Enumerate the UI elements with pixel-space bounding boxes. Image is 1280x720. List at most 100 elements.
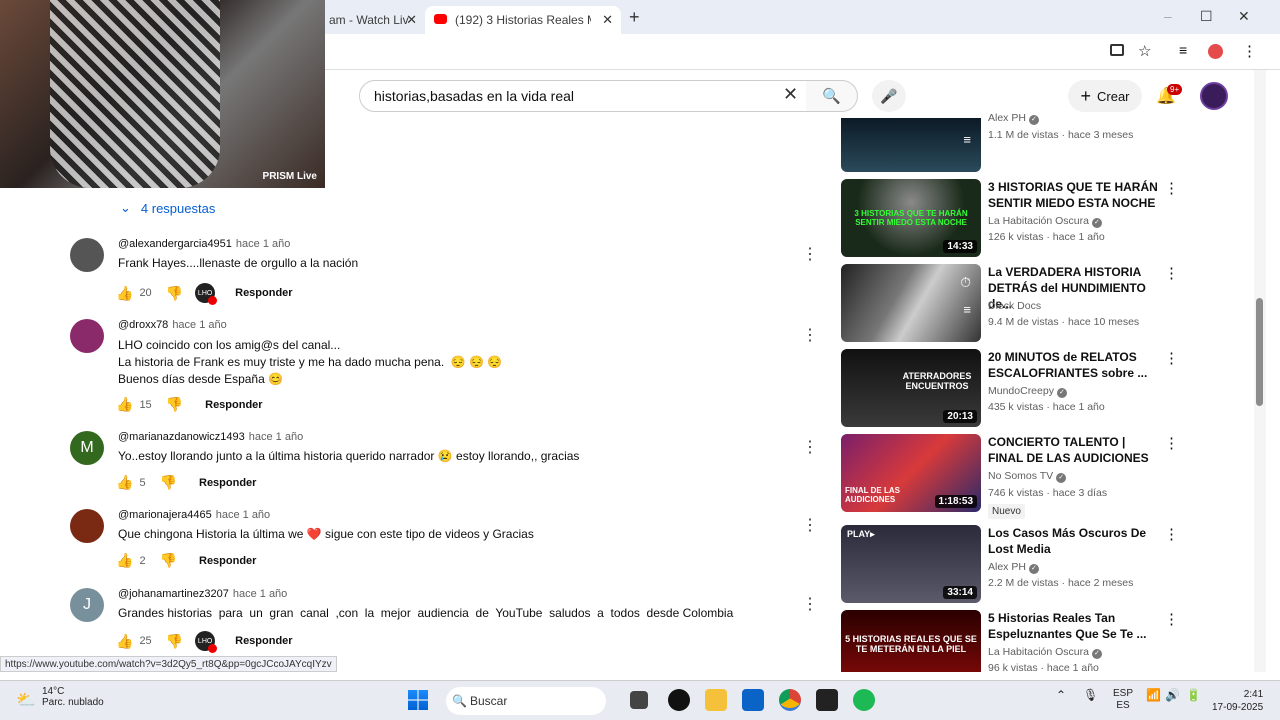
dislike-icon[interactable]: 👎 [166,285,183,302]
video-thumbnail[interactable]: PLAY▸ 33:14 [841,525,981,603]
like-icon[interactable]: 👍 [116,633,133,650]
browser-menu-icon[interactable]: ⋮ [1242,42,1257,60]
queue-icon[interactable]: ≡ [963,132,971,147]
mic-tray-icon[interactable]: 🎙 [1083,688,1098,702]
replies-toggle[interactable]: ⌄ 4 respuestas [120,200,215,216]
extension-icon[interactable] [1208,44,1223,59]
comment-menu-icon[interactable]: ⋮ [802,594,818,614]
video-menu-icon[interactable]: ⋮ [1164,349,1179,367]
reply-button[interactable]: Responder [199,555,256,567]
search-input[interactable]: historias,basadas en la vida real [359,80,815,112]
reply-button[interactable]: Responder [199,477,256,489]
comment-handle[interactable]: @alexandergarcia4951 [118,238,232,250]
like-icon[interactable]: 👍 [116,285,133,302]
clear-search-icon[interactable]: ✕ [783,84,798,105]
video-thumbnail[interactable]: ≡ [841,118,981,172]
reply-button[interactable]: Responder [235,635,292,647]
comment-handle[interactable]: @johanamartinez3207 [118,588,229,600]
close-tab-icon[interactable]: ✕ [406,12,417,28]
close-tab-icon[interactable]: ✕ [602,12,613,28]
volume-icon[interactable]: 🔊 [1165,688,1180,702]
comment-menu-icon[interactable]: ⋮ [802,325,818,345]
file-explorer-icon[interactable] [705,689,727,711]
tab-watch-live[interactable]: am - Watch Liv ✕ [325,6,425,34]
comment-avatar[interactable]: J [70,588,104,622]
comment-time[interactable]: hace 1 año [233,588,287,600]
comment-avatar[interactable] [70,319,104,353]
create-button[interactable]: + Crear [1068,80,1142,112]
video-title[interactable]: 20 MINUTOS de RELATOS ESCALOFRIANTES sob… [988,349,1160,381]
video-menu-icon[interactable]: ⋮ [1164,179,1179,197]
comment-handle[interactable]: @droxx78 [118,319,168,331]
dislike-icon[interactable]: 👎 [160,552,177,569]
prism-live-icon[interactable] [816,689,838,711]
scrollbar-thumb[interactable] [1256,298,1263,406]
taskbar-search[interactable]: 🔍 Buscar [446,687,606,715]
close-window-button[interactable]: ✕ [1238,8,1250,25]
tray-chevron-icon[interactable]: ⌃ [1056,688,1066,702]
recommended-video[interactable]: PLAY▸ 33:14 Los Casos Más Oscuros De Los… [840,525,1190,605]
video-thumbnail[interactable]: ATERRADORES ENCUENTROS 20:13 [841,349,981,427]
bookmark-star-icon[interactable]: ☆ [1138,42,1151,60]
comment-avatar[interactable]: M [70,431,104,465]
reply-button[interactable]: Responder [235,287,292,299]
search-button[interactable]: 🔍 [806,80,858,112]
video-title[interactable]: 5 Historias Reales Tan Espeluznantes Que… [988,610,1160,642]
dislike-icon[interactable]: 👎 [166,633,183,650]
account-avatar[interactable] [1200,82,1228,110]
comment-time[interactable]: hace 1 año [236,238,290,250]
comment-handle[interactable]: @marionajera4465 [118,509,212,521]
recommended-video[interactable]: ATERRADORES ENCUENTROS 20:13 20 MINUTOS … [840,349,1190,429]
video-thumbnail[interactable]: 3 HISTORIAS QUE TE HARÁN SENTIR MIEDO ES… [841,179,981,257]
comment-avatar[interactable] [70,238,104,272]
spotify-icon[interactable] [853,689,875,711]
recommended-video[interactable]: 3 HISTORIAS QUE TE HARÁN SENTIR MIEDO ES… [840,179,1190,259]
chrome-icon[interactable] [779,689,801,711]
task-view-icon[interactable] [630,691,648,709]
like-icon[interactable]: 👍 [116,552,133,569]
outlook-icon[interactable] [742,689,764,711]
comment-handle[interactable]: @marianazdanowicz1493 [118,431,245,443]
video-title[interactable]: 3 HISTORIAS QUE TE HARÁN SENTIR MIEDO ES… [988,179,1160,211]
clock-icon[interactable]: ⏱ [960,274,971,291]
media-queue-icon[interactable]: ≡ [1179,42,1187,58]
comment-time[interactable]: hace 1 año [249,431,303,443]
comment-time[interactable]: hace 1 año [172,319,226,331]
dislike-icon[interactable]: 👎 [160,474,177,491]
dislike-icon[interactable]: 👎 [166,396,183,413]
comment-time[interactable]: hace 1 año [216,509,270,521]
clock[interactable]: 2:41 17-09-2025 [1212,688,1263,714]
like-icon[interactable]: 👍 [116,474,133,491]
weather-widget[interactable]: 14°C Parc. nublado [42,686,104,708]
comment-menu-icon[interactable]: ⋮ [802,437,818,457]
reply-button[interactable]: Responder [205,399,262,411]
comment-menu-icon[interactable]: ⋮ [802,515,818,535]
tiktok-icon[interactable] [668,689,690,711]
recommended-video[interactable]: FINAL DE LAS AUDICIONES 1:18:53 CONCIERT… [840,434,1190,519]
video-menu-icon[interactable]: ⋮ [1164,610,1179,628]
comment-avatar[interactable] [70,509,104,543]
voice-search-button[interactable]: 🎤 [872,80,906,112]
weather-icon[interactable]: ⛅ [16,690,36,710]
video-title[interactable]: Los Casos Más Oscuros De Lost Media [988,525,1160,557]
video-menu-icon[interactable]: ⋮ [1164,264,1179,282]
video-menu-icon[interactable]: ⋮ [1164,525,1179,543]
video-menu-icon[interactable]: ⋮ [1164,434,1179,452]
like-icon[interactable]: 👍 [116,396,133,413]
recommended-video[interactable]: ⏱ ≡ La VERDADERA HISTORIA DETRÁS del HUN… [840,264,1190,344]
wifi-icon[interactable]: 📶 [1146,688,1161,702]
recommended-video[interactable]: 5 HISTORIAS REALES QUE SE TE METERÁN EN … [840,610,1190,672]
video-thumbnail[interactable]: 5 HISTORIAS REALES QUE SE TE METERÁN EN … [841,610,981,672]
language-indicator[interactable]: ESP ES [1113,688,1133,712]
video-title[interactable]: CONCIERTO TALENTO | FINAL DE LAS AUDICIO… [988,434,1160,466]
video-thumbnail[interactable]: ⏱ ≡ [841,264,981,342]
queue-icon[interactable]: ≡ [963,302,971,317]
comment-menu-icon[interactable]: ⋮ [802,244,818,264]
video-thumbnail[interactable]: FINAL DE LAS AUDICIONES 1:18:53 [841,434,981,512]
install-icon[interactable] [1110,44,1124,56]
recommended-video[interactable]: ≡ Alex PH ✓ 1.1 M de vistas · hace 3 mese… [840,112,1190,172]
new-tab-button[interactable]: + [629,7,640,28]
minimize-button[interactable]: – [1164,8,1172,24]
tab-youtube-video[interactable]: (192) 3 Historias Reales Muy Ex ✕ [425,6,621,34]
battery-icon[interactable]: 🔋 [1186,688,1201,702]
